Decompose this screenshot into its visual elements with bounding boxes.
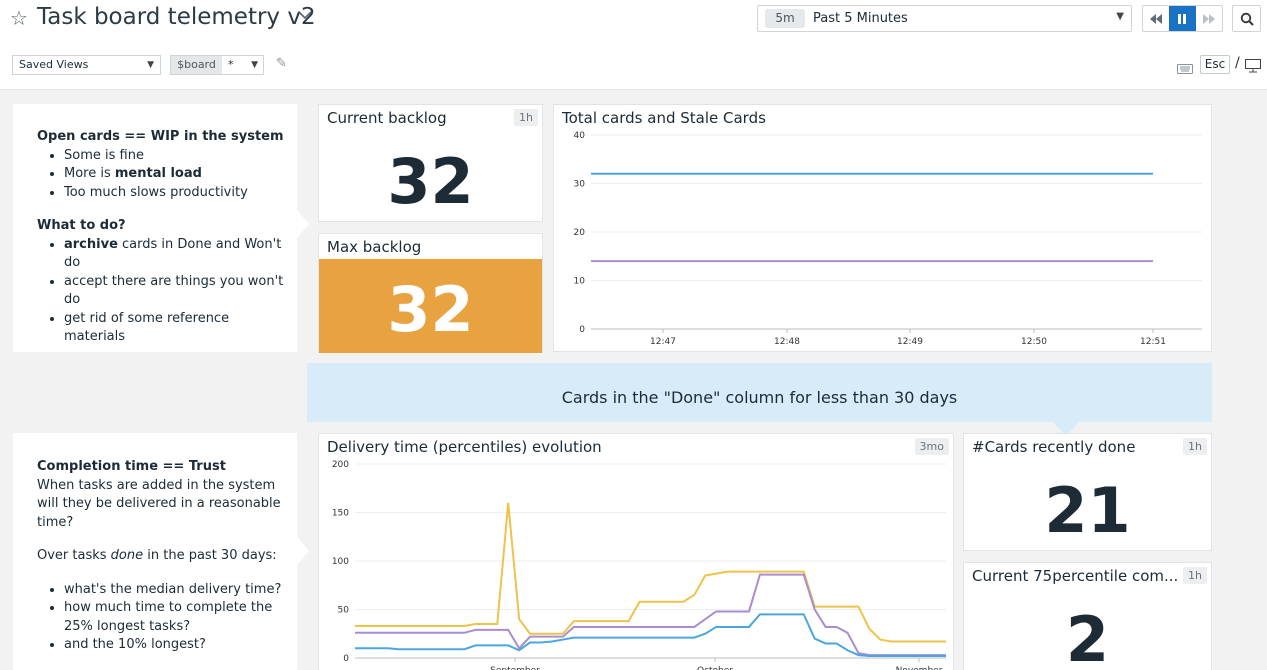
- current-backlog-value: 32: [387, 145, 474, 218]
- list-item: accept there are things you won't do: [64, 273, 287, 310]
- fast-forward-icon: [1202, 13, 1215, 24]
- x-tick-label: 12:51: [1140, 337, 1166, 347]
- max-backlog-widget[interactable]: Max backlog 32: [318, 233, 543, 353]
- series-line-2: [355, 573, 946, 657]
- caret-down-icon: ▼: [251, 60, 258, 70]
- y-tick-label: 200: [332, 460, 349, 470]
- list-item: what's the median delivery time?: [64, 581, 287, 600]
- note-pointer: [297, 537, 309, 565]
- note-wip-text: Open cards == WIP in the system Some is …: [37, 128, 287, 347]
- x-tick-label: 12:47: [650, 337, 676, 347]
- dashboard-title[interactable]: Task board telemetry v2: [37, 4, 316, 30]
- list-item: get rid of some reference materials: [64, 310, 287, 347]
- x-tick-label: 12:50: [1021, 337, 1047, 347]
- y-tick-label: 0: [343, 654, 349, 664]
- caret-down-icon: ▼: [1116, 11, 1124, 22]
- x-tick-label: 12:49: [897, 337, 923, 347]
- total-cards-chart: 0 10 20 30 40 12:47 12:48 12:49 12:50 12:51: [574, 131, 1202, 347]
- timeframe-badge: 1h: [1183, 438, 1207, 455]
- recently-done-widget[interactable]: #Cards recently done 1h 21: [963, 433, 1212, 551]
- note-wip: Open cards == WIP in the system Some is …: [13, 104, 297, 352]
- list-item: how much time to complete the 25% longes…: [64, 599, 287, 636]
- time-range-badge: 5m: [765, 9, 805, 28]
- note-trust: Completion time == Trust When tasks are …: [13, 433, 297, 670]
- timeframe-badge: 1h: [514, 109, 538, 126]
- time-range-label: Past 5 Minutes: [813, 11, 908, 26]
- saved-views-label: Saved Views: [19, 58, 89, 71]
- widget-title: Total cards and Stale Cards: [562, 109, 766, 127]
- search-icon: [1240, 12, 1254, 26]
- pause-icon: [1178, 13, 1187, 24]
- esc-key[interactable]: Esc: [1200, 55, 1230, 74]
- variable-name: $board: [171, 56, 222, 74]
- widget-title: Current backlog: [327, 109, 447, 127]
- saved-views-select[interactable]: Saved Views ▼: [12, 55, 161, 75]
- pencil-icon[interactable]: ✎: [276, 56, 287, 71]
- zoom-button[interactable]: [1232, 5, 1261, 32]
- y-tick-label: 50: [338, 606, 350, 616]
- note-heading: Completion time == Trust: [37, 459, 226, 474]
- timeframe-badge: 1h: [1183, 567, 1207, 584]
- delivery-time-chart: 0 50 100 150 200 September October November: [332, 460, 946, 670]
- rewind-button[interactable]: [1143, 6, 1169, 31]
- y-tick-label: 150: [332, 509, 349, 519]
- time-range-picker[interactable]: 5m Past 5 Minutes ▼: [757, 5, 1132, 32]
- y-tick-label: 30: [574, 180, 586, 190]
- timeframe-badge: 3mo: [914, 438, 949, 455]
- caret-down-icon: ▼: [147, 60, 154, 70]
- widget-title: Max backlog: [327, 238, 422, 256]
- current-backlog-widget[interactable]: Current backlog 1h 32: [318, 104, 543, 222]
- list-item: archive cards in Done and Won't do: [64, 236, 287, 273]
- p75-value: 2: [1065, 603, 1110, 670]
- fast-forward-button[interactable]: [1196, 6, 1222, 31]
- recently-done-value: 21: [1044, 474, 1131, 547]
- y-tick-label: 10: [574, 277, 586, 287]
- series-line-1: [355, 502, 946, 643]
- x-tick-label: November: [896, 666, 943, 670]
- monitor-icon[interactable]: [1245, 58, 1261, 77]
- star-icon[interactable]: ☆: [10, 6, 28, 30]
- list-item: Too much slows productivity: [64, 184, 287, 203]
- banner-text: Cards in the "Done" column for less than…: [561, 388, 958, 407]
- dashboard-header: ☆ Task board telemetry v2 5m Past 5 Minu…: [0, 0, 1267, 90]
- y-tick-label: 20: [574, 228, 586, 238]
- section-banner: Cards in the "Done" column for less than…: [307, 363, 1212, 436]
- total-cards-widget[interactable]: Total cards and Stale Cards 0 10 20 30 40 12:…: [553, 104, 1212, 352]
- widget-title: #Cards recently done: [972, 438, 1136, 456]
- x-tick-label: 12:48: [774, 337, 800, 347]
- y-tick-label: 40: [574, 131, 586, 141]
- note-heading: What to do?: [37, 218, 126, 233]
- note-paragraph: Over tasks done in the past 30 days:: [37, 548, 277, 563]
- separator: /: [1235, 55, 1240, 71]
- widget-title: Delivery time (percentiles) evolution: [327, 438, 602, 456]
- note-pointer: [297, 210, 309, 238]
- pause-button[interactable]: [1169, 6, 1196, 31]
- x-tick-label: October: [697, 666, 733, 670]
- max-backlog-value: 32: [387, 273, 474, 346]
- chevron-down-icon[interactable]: [298, 8, 312, 24]
- note-paragraph: When tasks are added in the system will …: [37, 477, 281, 530]
- rewind-icon: [1150, 13, 1163, 24]
- list-item: Some is fine: [64, 147, 287, 166]
- list-item: More is mental load: [64, 165, 287, 184]
- note-trust-text: Completion time == Trust When tasks are …: [37, 458, 287, 655]
- template-variable-board[interactable]: $board * ▼: [170, 55, 264, 75]
- x-tick-label: September: [490, 666, 540, 670]
- y-tick-label: 100: [332, 557, 349, 567]
- list-item: and the 10% longest?: [64, 636, 287, 655]
- time-navigation: [1142, 5, 1223, 32]
- widget-title: Current 75percentile com...: [972, 567, 1179, 585]
- max-backlog-fill: 32: [319, 259, 542, 353]
- note-heading: Open cards == WIP in the system: [37, 129, 284, 144]
- y-tick-label: 0: [579, 325, 585, 335]
- keyboard-icon[interactable]: [1177, 59, 1193, 78]
- p75-widget[interactable]: Current 75percentile com... 1h 2: [963, 562, 1212, 670]
- delivery-time-widget[interactable]: Delivery time (percentiles) evolution 3m…: [318, 433, 954, 670]
- variable-value: *: [228, 58, 234, 71]
